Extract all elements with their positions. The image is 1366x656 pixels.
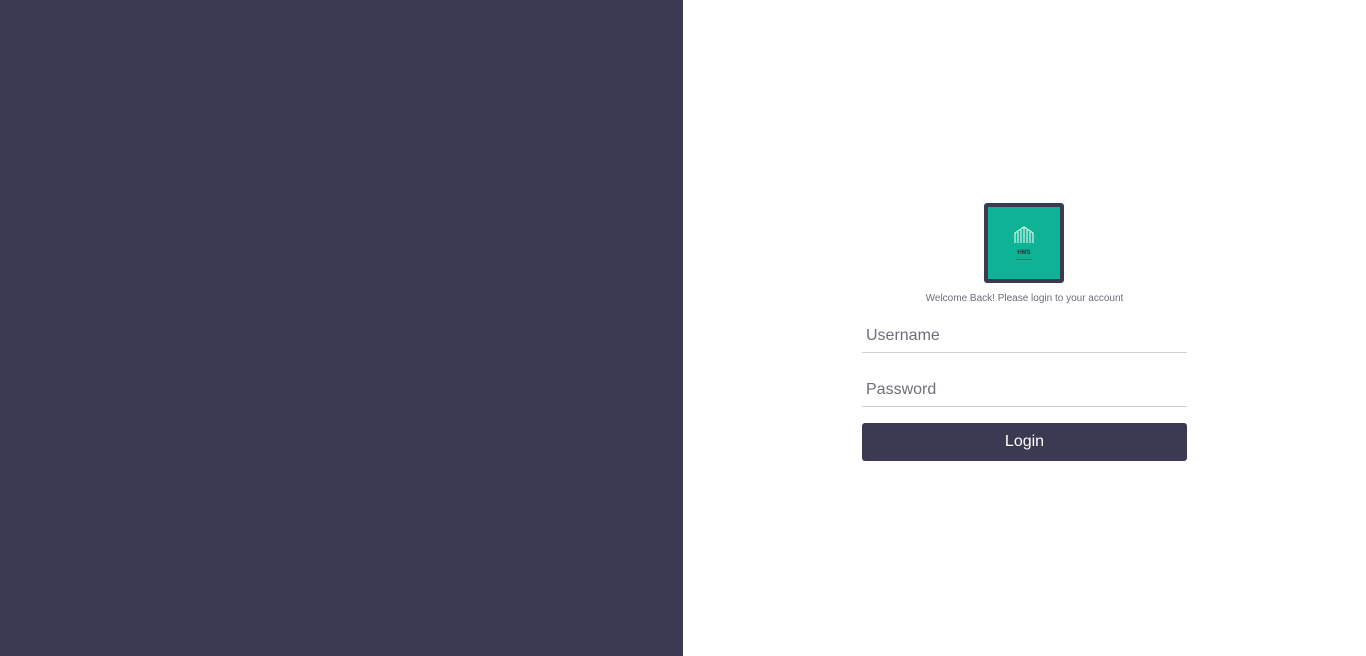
logo-frame: HMS — [984, 203, 1064, 283]
logo-brand-text: HMS — [1017, 250, 1030, 256]
right-panel: HMS Welcome Back! Please login to your a… — [683, 0, 1366, 656]
welcome-text: Welcome Back! Please login to your accou… — [925, 293, 1124, 304]
building-logo-icon: HMS — [1014, 226, 1034, 260]
left-decorative-panel — [0, 0, 683, 656]
password-input[interactable] — [862, 373, 1187, 406]
login-button[interactable]: Login — [862, 423, 1187, 461]
password-field — [862, 373, 1187, 407]
logo: HMS — [988, 207, 1060, 279]
login-page: HMS Welcome Back! Please login to your a… — [0, 0, 1366, 656]
logo-tagline-mark — [1016, 259, 1032, 260]
username-input[interactable] — [862, 319, 1187, 352]
username-field — [862, 319, 1187, 353]
